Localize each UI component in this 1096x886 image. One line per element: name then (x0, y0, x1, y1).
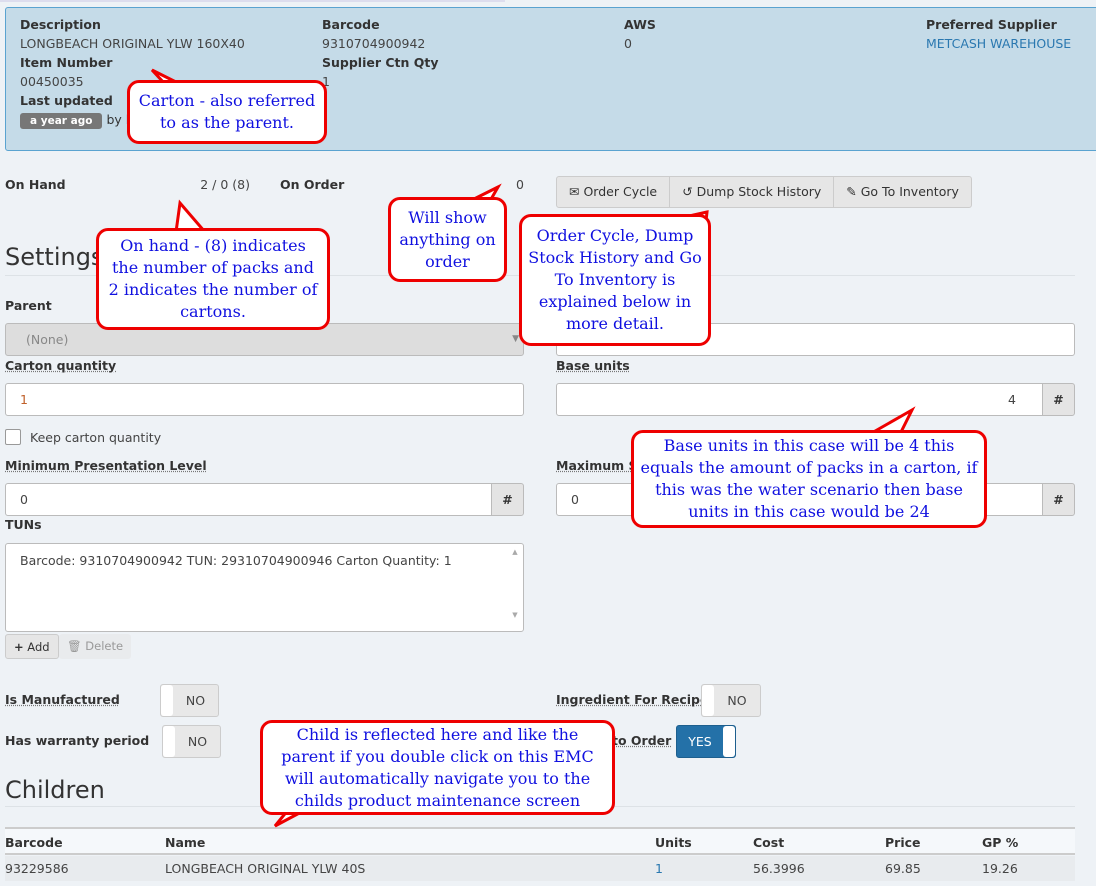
callout-on-hand: On hand - (8) indicates the number of pa… (96, 228, 330, 330)
callout-children: Child is reflected here and like the par… (260, 720, 615, 815)
callout-on-order: Will show anything on order (388, 197, 507, 282)
callout-base-units: Base units in this case will be 4 this e… (631, 430, 987, 528)
callout-carton: Carton - also referred to as the parent. (127, 80, 327, 144)
callout-actions: Order Cycle, Dump Stock History and Go T… (519, 214, 711, 346)
